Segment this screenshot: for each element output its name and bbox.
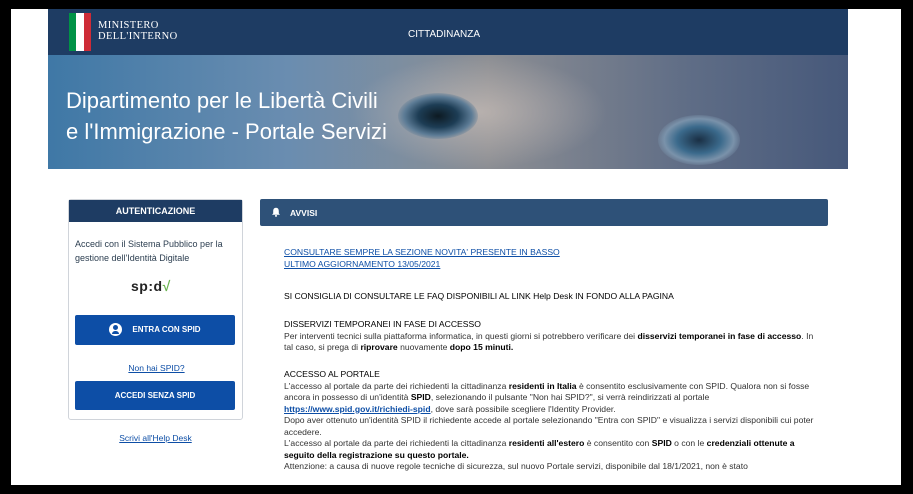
login-without-spid-button[interactable]: ACCEDI SENZA SPID <box>75 381 235 410</box>
accesso1-text-b: residenti in Italia <box>508 380 577 391</box>
notice-novita: CONSULTARE SEMPRE LA SEZIONE NOVITA' PRE… <box>284 247 824 270</box>
accesso3-text-c: è consentito con <box>584 438 652 448</box>
auth-panel-title: AUTENTICAZIONE <box>69 200 242 222</box>
disservizi-text-b: disservizi temporanei in fase di accesso <box>637 330 802 341</box>
accesso3-text-b: residenti all'estero <box>508 438 585 448</box>
notices-header: AVVISI <box>260 199 828 226</box>
auth-panel: AUTENTICAZIONE Accedi con il Sistema Pub… <box>68 199 243 420</box>
spid-request-link[interactable]: https://www.spid.gov.it/richiedi-spid <box>284 404 431 414</box>
top-header: MINISTERO DELL'INTERNO CITTADINANZA <box>48 9 848 55</box>
accesso-attenzione: Attenzione: a causa di nuove regole tecn… <box>284 461 748 471</box>
hero-title-line-1: Dipartimento per le Libertà Civili <box>66 88 378 113</box>
disservizi-body: Per interventi tecnici sulla piattaforma… <box>284 331 824 354</box>
accesso-title: ACCESSO AL PORTALE <box>284 369 380 379</box>
browser-page: MINISTERO DELL'INTERNO CITTADINANZA Dipa… <box>11 9 901 485</box>
user-icon <box>109 323 123 337</box>
nav-cittadinanza[interactable]: CITTADINANZA <box>408 29 480 40</box>
notice-accesso: ACCESSO AL PORTALE L'accesso al portale … <box>284 369 824 473</box>
notice-faq: SI CONSIGLIA DI CONSULTARE LE FAQ DISPON… <box>284 291 674 301</box>
accesso1-text-d: SPID <box>410 392 431 402</box>
italian-flag-icon <box>69 13 91 51</box>
accesso-paragraph-3: L'accesso al portale da parte dei richie… <box>284 438 824 461</box>
spid-check-icon: √ <box>162 278 171 294</box>
notices-title: AVVISI <box>290 208 318 218</box>
bell-icon <box>272 207 280 217</box>
accesso1-text-a: L'accesso al portale da parte dei richie… <box>284 380 509 391</box>
accesso-paragraph-1: L'accesso al portale da parte dei richie… <box>284 381 824 416</box>
accesso3-text-e: o con le <box>671 438 707 448</box>
accesso3-text-a: L'accesso al portale da parte dei richie… <box>284 438 509 448</box>
disservizi-text-f: dopo 15 minuti. <box>449 342 514 352</box>
accesso1-text-e: , selezionando il pulsante "Non hai SPID… <box>430 392 710 402</box>
helpdesk-link[interactable]: Scrivi all'Help Desk <box>68 433 243 443</box>
portal-container: MINISTERO DELL'INTERNO CITTADINANZA Dipa… <box>48 9 848 485</box>
login-spid-button[interactable]: ENTRA CON SPID <box>75 315 235 345</box>
login-spid-label: ENTRA CON SPID <box>132 325 201 334</box>
hero-eye-right <box>658 115 740 165</box>
hero-face-highlight <box>348 55 608 169</box>
hero-title-line-2: e l'Immigrazione - Portale Servizi <box>66 119 387 144</box>
disservizi-text-d: riprovare <box>360 342 398 352</box>
notice-disservizi: DISSERVIZI TEMPORANEI IN FASE DI ACCESSO… <box>284 319 824 354</box>
spid-logo: sp:d√ <box>131 278 171 294</box>
ministry-line-2: DELL'INTERNO <box>98 31 178 42</box>
disservizi-text-e: nuovamente <box>397 342 450 352</box>
hero-eye-left <box>398 93 478 139</box>
spid-logo-text: sp:d <box>131 278 163 294</box>
accesso1-text-f: , dove sarà possibile scegliere l'Identi… <box>430 403 616 414</box>
link-novita[interactable]: CONSULTARE SEMPRE LA SEZIONE NOVITA' PRE… <box>284 247 824 259</box>
hero-banner: Dipartimento per le Libertà Civili e l'I… <box>48 55 848 169</box>
no-spid-link[interactable]: Non hai SPID? <box>69 363 244 373</box>
auth-description: Accedi con il Sistema Pubblico per la ge… <box>75 239 223 263</box>
link-last-update[interactable]: ULTIMO AGGIORNAMENTO 13/05/2021 <box>284 259 824 271</box>
accesso-paragraph-2: Dopo aver ottenuto un'identità SPID il r… <box>284 415 814 437</box>
disservizi-text-a: Per interventi tecnici sulla piattaforma… <box>284 330 638 341</box>
ministry-line-1: MINISTERO <box>98 20 159 31</box>
ministry-logo-text[interactable]: MINISTERO DELL'INTERNO <box>98 20 178 42</box>
hero-title: Dipartimento per le Libertà Civili e l'I… <box>66 85 387 147</box>
disservizi-title: DISSERVIZI TEMPORANEI IN FASE DI ACCESSO <box>284 319 481 329</box>
accesso3-text-d: SPID <box>651 438 672 448</box>
